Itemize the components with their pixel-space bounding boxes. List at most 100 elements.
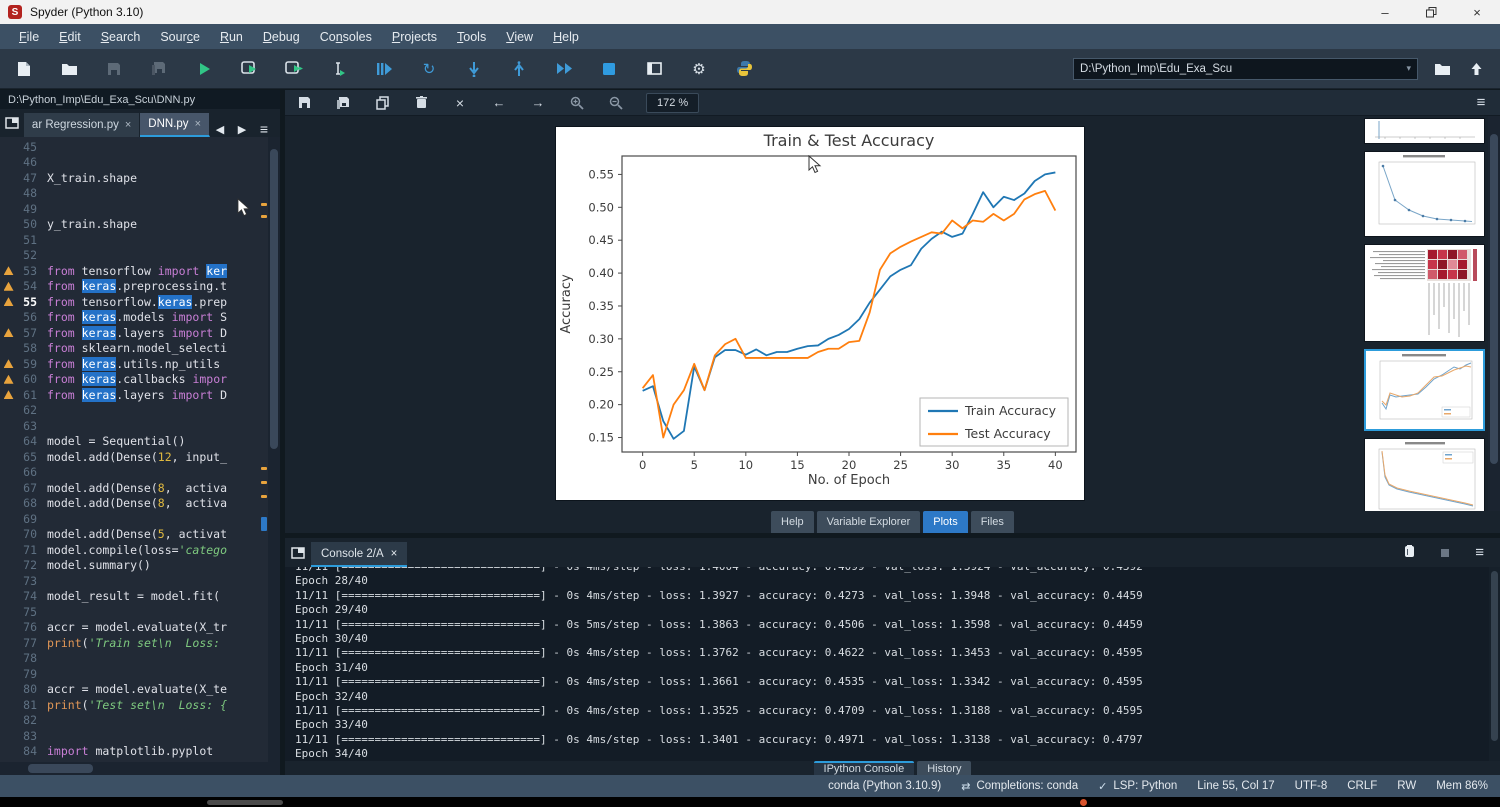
plot-thumbnail-3[interactable]: [1364, 244, 1485, 342]
code-line-55[interactable]: 55from tensorflow.keras.prep: [0, 294, 260, 310]
save-all-icon[interactable]: [149, 59, 169, 79]
code-line-75[interactable]: 75: [0, 604, 260, 620]
code-line-68[interactable]: 68model.add(Dense(8, activa: [0, 496, 260, 512]
code-line-57[interactable]: 57from keras.layers import D: [0, 325, 260, 341]
menu-item-help[interactable]: Help: [544, 27, 588, 47]
code-line-61[interactable]: 61from keras.layers import D: [0, 387, 260, 403]
code-line-73[interactable]: 73: [0, 573, 260, 589]
pane-tab-help[interactable]: Help: [771, 511, 814, 533]
code-line-65[interactable]: 65model.add(Dense(12, input_: [0, 449, 260, 465]
code-line-78[interactable]: 78: [0, 651, 260, 667]
step-return-icon[interactable]: [509, 59, 529, 79]
pane-tab-variable-explorer[interactable]: Variable Explorer: [817, 511, 921, 533]
menu-item-source[interactable]: Source: [151, 27, 209, 47]
editor-tab-ar-regression-py[interactable]: ar Regression.py×: [24, 113, 140, 137]
completions-status[interactable]: Completions: conda: [976, 780, 1078, 792]
editor-options-icon[interactable]: ≡: [254, 121, 274, 137]
code-line-59[interactable]: 59from keras.utils.np_utils: [0, 356, 260, 372]
code-line-66[interactable]: 66: [0, 465, 260, 481]
code-line-71[interactable]: 71model.compile(loss='catego: [0, 542, 260, 558]
menu-item-file[interactable]: File: [10, 27, 48, 47]
code-line-83[interactable]: 83: [0, 728, 260, 744]
console-output[interactable]: 11/11 [==============================] -…: [285, 567, 1500, 761]
stop-icon[interactable]: [599, 59, 619, 79]
browse-directory-icon[interactable]: [1432, 59, 1452, 79]
menu-item-view[interactable]: View: [497, 27, 542, 47]
code-line-76[interactable]: 76accr = model.evaluate(X_tr: [0, 620, 260, 636]
restore-button[interactable]: [1408, 0, 1454, 24]
pane-tab-plots[interactable]: Plots: [923, 511, 967, 533]
code-line-69[interactable]: 69: [0, 511, 260, 527]
code-line-63[interactable]: 63: [0, 418, 260, 434]
plot-thumbnail-1[interactable]: [1364, 118, 1485, 144]
save-all-plots-icon[interactable]: [334, 94, 352, 112]
code-line-62[interactable]: 62: [0, 403, 260, 419]
close-console-icon[interactable]: ×: [391, 548, 398, 560]
save-icon[interactable]: [104, 59, 124, 79]
thumbnails-scrollbar[interactable]: [1488, 116, 1500, 511]
maximize-pane-icon[interactable]: [644, 59, 664, 79]
code-area[interactable]: 454647X_train.shape484950y_train.shape51…: [0, 137, 280, 762]
code-line-56[interactable]: 56from keras.models import S: [0, 310, 260, 326]
console-tab[interactable]: Console 2/A ×: [311, 542, 407, 567]
menu-item-debug[interactable]: Debug: [254, 27, 309, 47]
close-button[interactable]: ×: [1454, 0, 1500, 24]
code-line-79[interactable]: 79: [0, 666, 260, 682]
code-line-74[interactable]: 74model_result = model.fit(: [0, 589, 260, 605]
code-line-51[interactable]: 51: [0, 232, 260, 248]
console-options-icon[interactable]: ≡: [1475, 544, 1484, 561]
plots-options-icon[interactable]: ≡: [1472, 94, 1490, 112]
open-file-icon[interactable]: [59, 59, 79, 79]
run-selection-icon[interactable]: [329, 59, 349, 79]
console-browse-tabs-icon[interactable]: [285, 539, 311, 567]
code-line-47[interactable]: 47X_train.shape: [0, 170, 260, 186]
clear-console-icon[interactable]: [1404, 545, 1415, 561]
code-line-58[interactable]: 58from sklearn.model_selecti: [0, 341, 260, 357]
editor-tab-dnn-py[interactable]: DNN.py×: [140, 113, 210, 137]
code-line-52[interactable]: 52: [0, 248, 260, 264]
parent-directory-icon[interactable]: [1466, 59, 1486, 79]
editor-horizontal-scrollbar[interactable]: [0, 762, 280, 775]
pane-tab-files[interactable]: Files: [971, 511, 1014, 533]
lsp-status[interactable]: LSP: Python: [1113, 780, 1177, 792]
console-scrollbar[interactable]: [1489, 567, 1500, 761]
close-tab-icon[interactable]: ×: [125, 119, 131, 131]
code-line-64[interactable]: 64model = Sequential(): [0, 434, 260, 450]
code-line-82[interactable]: 82: [0, 713, 260, 729]
interrupt-kernel-icon[interactable]: [1441, 546, 1449, 560]
minimize-button[interactable]: –: [1362, 0, 1408, 24]
rerun-icon[interactable]: ↻: [419, 59, 439, 79]
next-plot-icon[interactable]: →: [529, 94, 547, 112]
code-line-67[interactable]: 67model.add(Dense(8, activa: [0, 480, 260, 496]
new-file-icon[interactable]: [14, 59, 34, 79]
code-line-46[interactable]: 46: [0, 155, 260, 171]
plot-thumbnail-5[interactable]: [1364, 438, 1485, 511]
pythonpath-icon[interactable]: [734, 59, 754, 79]
run-to-line-icon[interactable]: [374, 59, 394, 79]
step-into-icon[interactable]: [464, 59, 484, 79]
run-cell-advance-icon[interactable]: [284, 59, 304, 79]
code-line-84[interactable]: 84import matplotlib.pyplot: [0, 744, 260, 760]
zoom-level[interactable]: 172 %: [646, 93, 699, 113]
browse-tabs-icon[interactable]: [0, 109, 24, 137]
menu-item-run[interactable]: Run: [211, 27, 252, 47]
code-line-77[interactable]: 77print('Train set\n Loss:: [0, 635, 260, 651]
code-line-81[interactable]: 81print('Test set\n Loss: {: [0, 697, 260, 713]
zoom-in-icon[interactable]: [568, 94, 586, 112]
working-directory-combo[interactable]: D:\Python_Imp\Edu_Exa_Scu ▾: [1073, 58, 1418, 80]
code-line-80[interactable]: 80accr = model.evaluate(X_te: [0, 682, 260, 698]
menu-item-projects[interactable]: Projects: [383, 27, 446, 47]
close-all-plots-icon[interactable]: ×: [451, 94, 469, 112]
plot-thumbnail-4[interactable]: [1364, 349, 1485, 431]
menu-item-search[interactable]: Search: [92, 27, 150, 47]
preferences-wrench-icon[interactable]: ⚙: [689, 59, 709, 79]
menu-item-consoles[interactable]: Consoles: [311, 27, 381, 47]
previous-plot-icon[interactable]: ←: [490, 94, 508, 112]
save-plot-icon[interactable]: [295, 94, 313, 112]
prev-tab-icon[interactable]: ◀: [210, 123, 230, 136]
continue-icon[interactable]: [554, 59, 574, 79]
code-line-54[interactable]: 54from keras.preprocessing.t: [0, 279, 260, 295]
menu-item-tools[interactable]: Tools: [448, 27, 495, 47]
remove-plot-icon[interactable]: [412, 94, 430, 112]
copy-plot-icon[interactable]: [373, 94, 391, 112]
